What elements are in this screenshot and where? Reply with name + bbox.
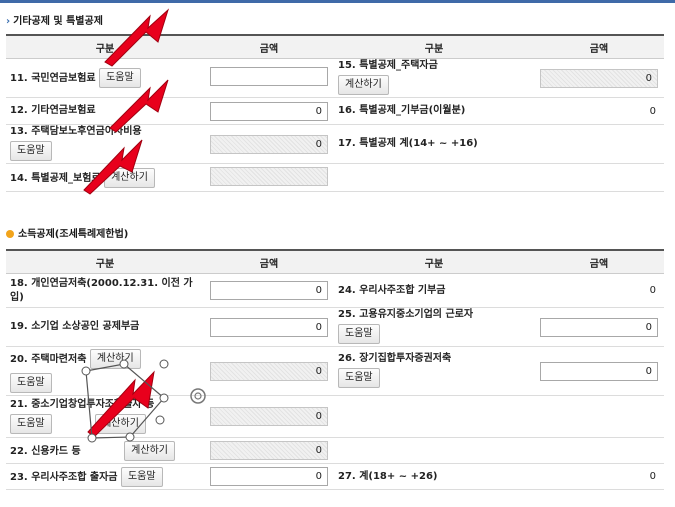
long-term-fund-input[interactable]: 0 — [540, 361, 658, 381]
col-header: 구분 — [334, 249, 534, 274]
table-row: 18. 개인연금저축(2000.12.31. 이전 가입) 0 24. 우리사주… — [6, 273, 664, 308]
row-label: 12. 기타연금보험료 — [10, 105, 96, 116]
table-row: 21. 중소기업창업투자조합출자 등도움말 계산하기 0 — [6, 395, 664, 438]
esop-donation-value: 0 — [534, 273, 664, 308]
row-label: 26. 장기집합투자증권저축 — [338, 353, 452, 364]
help-button[interactable]: 도움말 — [338, 368, 380, 388]
table-row: 22. 신용카드 등 계산하기 0 — [6, 437, 664, 464]
row-label: 17. 특별공제 계(14+ ~ +16) — [338, 138, 478, 149]
special-deduction-total — [534, 124, 664, 164]
row-label: 11. 국민연금보험료 — [10, 73, 96, 84]
employment-retention-input[interactable]: 0 — [540, 317, 658, 337]
mortgage-interest-amount: 0 — [210, 134, 328, 154]
col-header: 구분 — [6, 249, 204, 274]
small-business-fund-input[interactable]: 0 — [210, 317, 328, 337]
col-header: 구분 — [6, 34, 204, 59]
table-row: 20. 주택마련저축 계산하기도움말 0 26. 장기집합투자증권저축도움말 0 — [6, 346, 664, 396]
table-row: 12. 기타연금보험료 0 16. 특별공제_기부금(이월분) 0 — [6, 97, 664, 125]
chevron-right-icon: › — [6, 16, 11, 27]
row-label: 14. 특별공제_보험료 — [10, 172, 101, 184]
venture-investment-amount: 0 — [210, 407, 328, 426]
help-button[interactable]: 도움말 — [338, 324, 380, 344]
income-deduction-total: 0 — [534, 463, 664, 490]
personal-pension-input[interactable]: 0 — [210, 281, 328, 300]
calculate-button[interactable]: 계산하기 — [338, 75, 389, 95]
income-deductions-table: 구분 금액 구분 금액 18. 개인연금저축(2000.12.31. 이전 가입… — [6, 249, 664, 490]
other-deductions-table: 구분 금액 구분 금액 11. 국민연금보험료 도움말 15. 특별공제_주택자… — [6, 34, 664, 192]
row-label: 22. 신용카드 등 — [10, 445, 81, 457]
col-header: 금액 — [204, 34, 334, 59]
housing-fund-amount: 0 — [540, 68, 658, 88]
calculate-button[interactable]: 계산하기 — [104, 167, 155, 188]
row-label: 13. 주택담보노후연금이자비용 — [10, 126, 142, 137]
table-row: 23. 우리사주조합 출자금 도움말 0 27. 계(18+ ~ +26) 0 — [6, 463, 664, 490]
row-label: 27. 계(18+ ~ +26) — [338, 470, 438, 482]
col-header: 금액 — [204, 249, 334, 274]
row-label: 15. 특별공제_주택자금 — [338, 60, 438, 71]
table-row: 13. 주택담보노후연금이자비용도움말 0 17. 특별공제 계(14+ ~ +… — [6, 124, 664, 164]
table-row: 19. 소기업 소상공인 공제부금 0 25. 고용유지중소기업의 근로자도움말… — [6, 307, 664, 347]
credit-card-amount: 0 — [210, 441, 328, 460]
bullet-dot-icon — [6, 230, 14, 238]
section-title-other-deductions: › 기타공제 및 특별공제 — [6, 16, 103, 27]
help-button[interactable]: 도움말 — [10, 413, 52, 434]
calculate-button[interactable]: 계산하기 — [124, 440, 175, 461]
help-button[interactable]: 도움말 — [10, 141, 52, 161]
calculate-button[interactable]: 계산하기 — [89, 349, 141, 369]
donation-carryover-value: 0 — [534, 97, 664, 125]
col-header: 금액 — [534, 249, 664, 274]
national-pension-input[interactable] — [210, 67, 328, 86]
row-label: 25. 고용유지중소기업의 근로자 — [338, 309, 474, 320]
help-button[interactable]: 도움말 — [120, 466, 163, 487]
other-pension-input[interactable]: 0 — [210, 101, 328, 121]
help-button[interactable]: 도움말 — [99, 68, 141, 88]
top-accent-bar — [0, 0, 675, 3]
row-label: 18. 개인연금저축(2000.12.31. 이전 가입) — [10, 277, 193, 303]
row-label: 21. 중소기업창업투자조합출자 등 — [10, 398, 155, 410]
row-label: 16. 특별공제_기부금(이월분) — [338, 105, 466, 116]
col-header: 구분 — [334, 34, 534, 59]
col-header: 금액 — [534, 34, 664, 59]
row-label: 20. 주택마련저축 — [10, 354, 87, 365]
esop-contribution-input[interactable]: 0 — [210, 467, 328, 486]
row-label: 19. 소기업 소상공인 공제부금 — [10, 321, 140, 332]
calculate-button[interactable]: 계산하기 — [95, 413, 146, 434]
row-label: 24. 우리사주조합 기부금 — [338, 284, 446, 296]
housing-savings-amount: 0 — [210, 361, 328, 381]
help-button[interactable]: 도움말 — [10, 373, 52, 393]
row-label: 23. 우리사주조합 출자금 — [10, 471, 118, 483]
section-title-income-deductions: 소득공제(조세특례제한법) — [6, 225, 128, 240]
table-row: 11. 국민연금보험료 도움말 15. 특별공제_주택자금계산하기 0 — [6, 58, 664, 98]
insurance-deduction-amount — [210, 166, 328, 186]
table-row: 14. 특별공제_보험료 계산하기 — [6, 163, 664, 192]
